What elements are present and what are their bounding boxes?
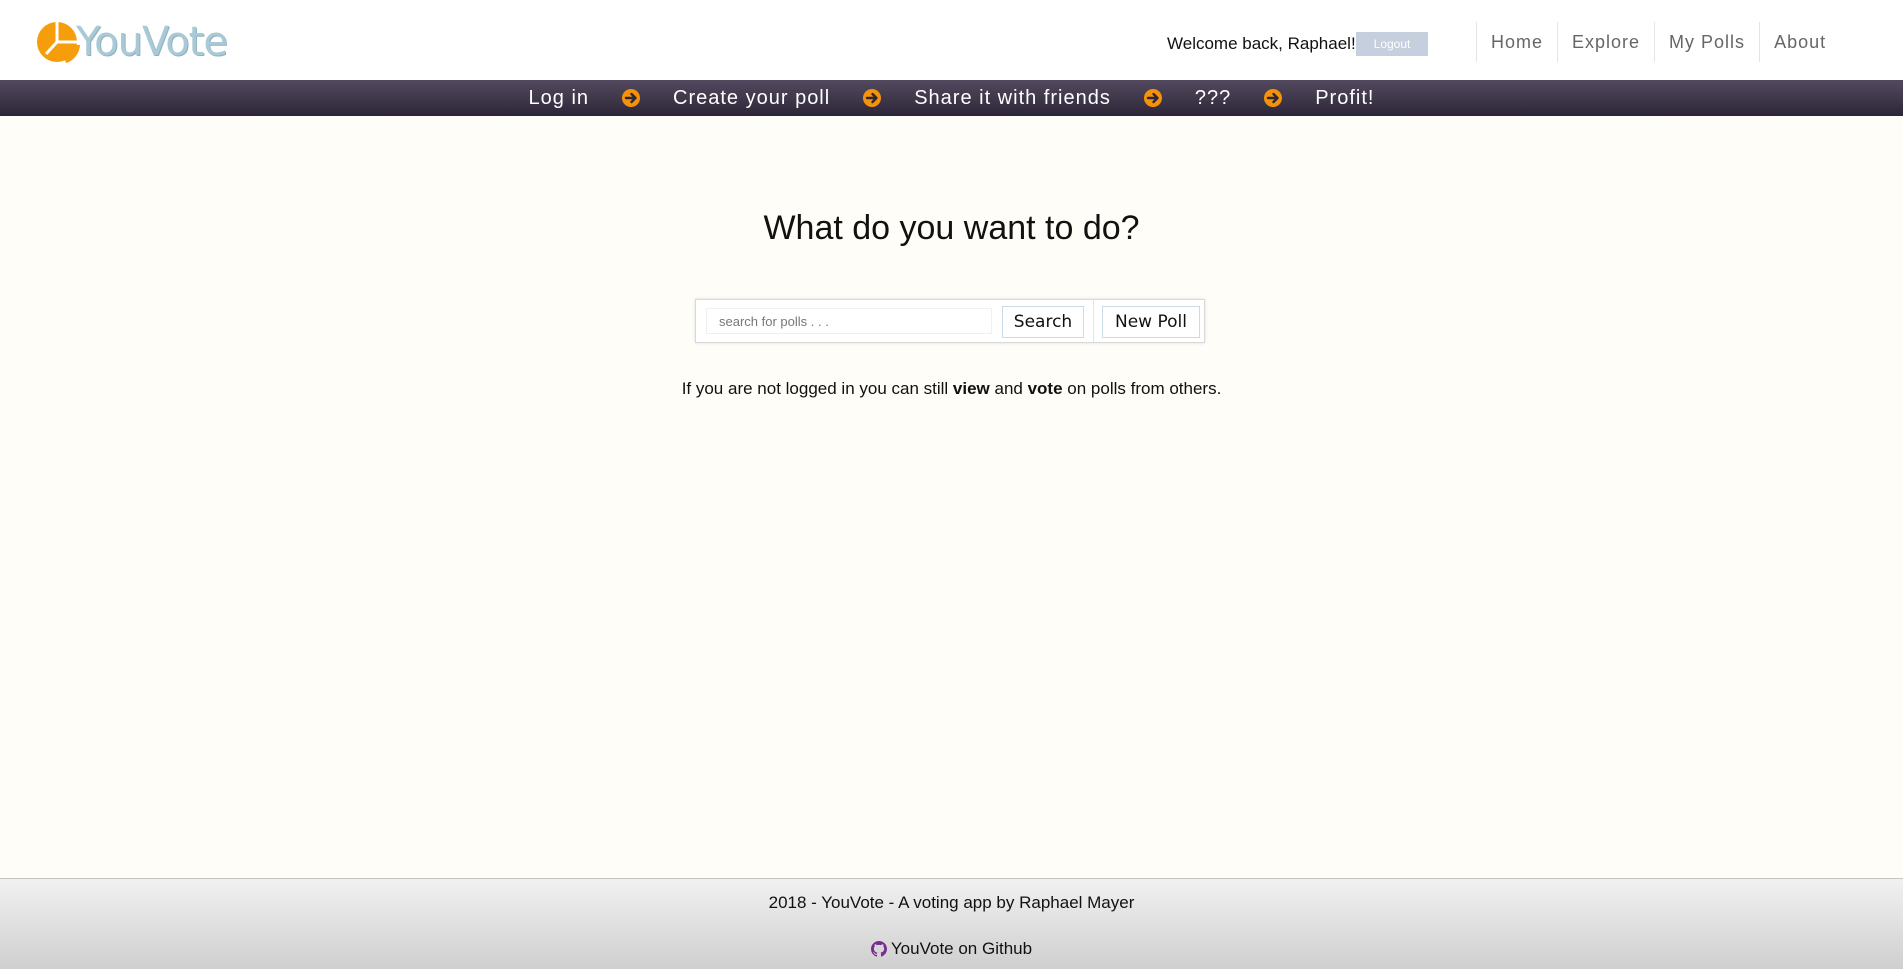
nav-explore[interactable]: Explore <box>1557 22 1654 62</box>
welcome-message: Welcome back, Raphael! <box>1167 34 1356 53</box>
arrow-circle-right-icon <box>1143 89 1162 107</box>
brand-logo[interactable]: YouVote <box>36 18 228 66</box>
search-button[interactable]: Search <box>1002 306 1084 338</box>
hint-view: view <box>952 379 990 398</box>
guest-hint: If you are not logged in you can still v… <box>0 377 1903 401</box>
footer-credit: 2018 - YouVote - A voting app by Raphael… <box>768 893 1135 912</box>
footer: 2018 - YouVote - A voting app by Raphael… <box>0 878 1903 969</box>
github-link-label: YouVote on Github <box>890 939 1033 958</box>
hint-text: If you are not logged in you can still <box>681 379 953 398</box>
hint-text: and <box>989 379 1028 398</box>
header: YouVote Welcome back, Raphael! Logout Ho… <box>0 0 1903 80</box>
divider <box>1093 300 1094 342</box>
arrow-circle-right-icon <box>1264 89 1283 107</box>
step-unknown: ??? <box>1194 86 1232 109</box>
step-log-in: Log in <box>528 86 590 109</box>
top-nav: Home Explore My Polls About <box>1476 22 1840 62</box>
github-icon <box>870 941 887 957</box>
arrow-circle-right-icon <box>863 89 882 107</box>
nav-about[interactable]: About <box>1759 22 1840 62</box>
page-title: What do you want to do? <box>763 209 1140 247</box>
new-poll-button[interactable]: New Poll <box>1102 306 1200 338</box>
nav-home[interactable]: Home <box>1476 22 1557 62</box>
logout-button[interactable]: Logout <box>1356 32 1428 56</box>
step-share: Share it with friends <box>914 86 1111 109</box>
step-profit: Profit! <box>1315 86 1375 109</box>
steps-bar: Log in Create your poll Share it with fr… <box>0 80 1903 116</box>
github-link[interactable]: YouVote on Github <box>0 937 1903 961</box>
search-input[interactable] <box>706 308 992 334</box>
nav-my-polls[interactable]: My Polls <box>1654 22 1759 62</box>
step-create-poll: Create your poll <box>673 86 831 109</box>
arrow-circle-right-icon <box>622 89 641 107</box>
hint-text: on polls from others. <box>1062 379 1222 398</box>
search-panel: Search New Poll <box>695 299 1205 343</box>
hint-vote: vote <box>1027 379 1063 398</box>
brand-name: YouVote <box>76 19 228 65</box>
